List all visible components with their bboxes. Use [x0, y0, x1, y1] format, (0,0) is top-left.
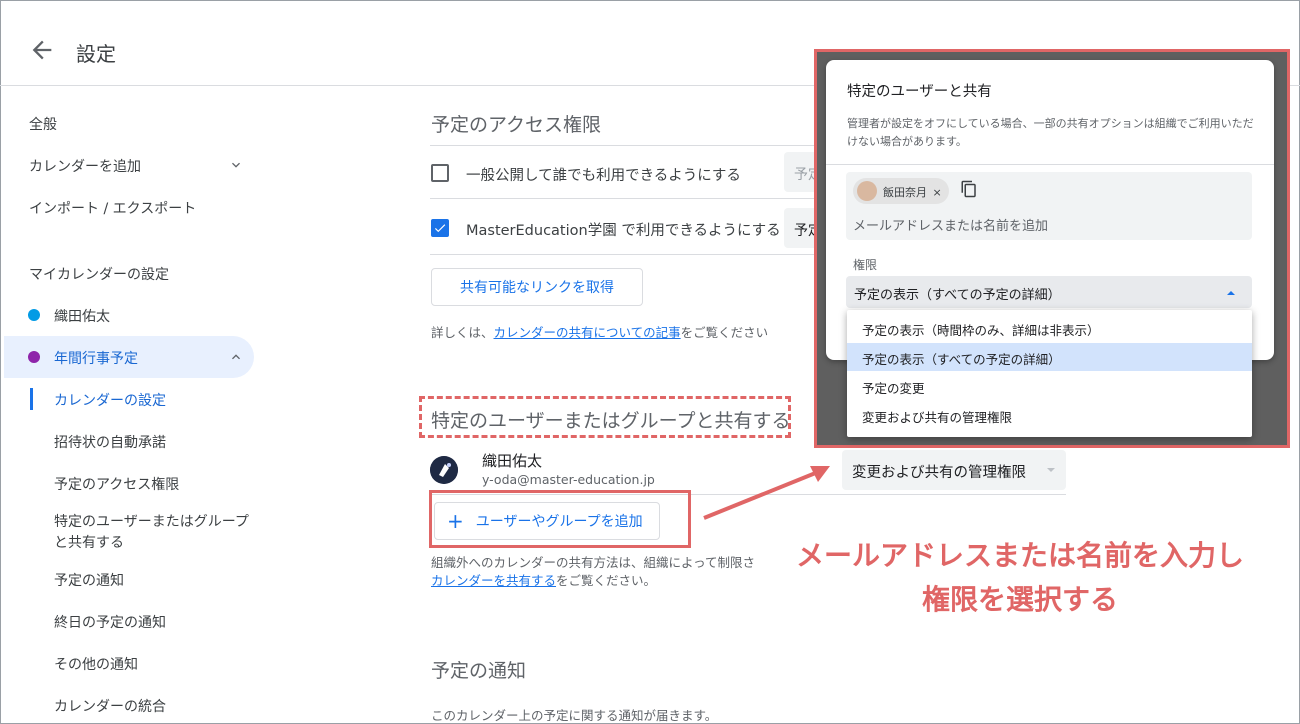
- sidebar-sub-access[interactable]: 予定のアクセス権限: [54, 474, 179, 494]
- notify-section-title: 予定の通知: [431, 660, 527, 682]
- notify-description: このカレンダー上の予定に関する通知が届きます。: [431, 708, 718, 723]
- sharing-article-link[interactable]: カレンダーの共有についての記事: [494, 325, 681, 340]
- permission-option-manage-sharing[interactable]: 変更および共有の管理権限: [847, 401, 1252, 429]
- recipient-input-placeholder[interactable]: メールアドレスまたは名前を追加: [853, 215, 1048, 234]
- org-checkbox-label: MasterEducation学園 で利用できるようにする: [466, 223, 781, 239]
- user-avatar: [430, 456, 458, 484]
- get-shareable-link-button[interactable]: 共有可能なリンクを取得: [431, 268, 643, 306]
- sidebar-item-add-calendar[interactable]: カレンダーを追加: [29, 156, 141, 176]
- permission-label: 権限: [853, 258, 878, 272]
- shared-user-email: y-oda@master-education.jp: [482, 472, 655, 487]
- annotation-arrow-icon: [703, 466, 830, 520]
- sidebar-sub-calendar-settings[interactable]: カレンダーの設定: [54, 390, 166, 410]
- page-title: 設定: [76, 42, 116, 66]
- chevron-up-icon[interactable]: [228, 349, 244, 365]
- back-arrow-icon[interactable]: [28, 36, 56, 64]
- public-checkbox[interactable]: [431, 164, 449, 182]
- active-indicator: [30, 388, 33, 410]
- dialog-divider: [826, 164, 1274, 165]
- sidebar-item-import-export[interactable]: インポート / エクスポート: [29, 198, 196, 218]
- share-title-annotation-box: [419, 396, 791, 438]
- permission-option-all-details[interactable]: 予定の表示（すべての予定の詳細）: [847, 343, 1252, 371]
- access-section-title: 予定のアクセス権限: [431, 114, 602, 136]
- sidebar-calendar-annual-events[interactable]: 年間行事予定: [54, 348, 138, 368]
- chip-close-icon[interactable]: ×: [933, 186, 942, 199]
- annotation-text-line2: 権限を選択する: [921, 583, 1118, 616]
- sidebar-item-general[interactable]: 全般: [29, 114, 57, 134]
- dialog-title: 特定のユーザーと共有: [847, 84, 992, 100]
- access-help-text: 詳しくは、カレンダーの共有についての記事をご覧ください: [431, 325, 769, 340]
- public-checkbox-label: 一般公開して誰でも利用できるようにする: [466, 168, 741, 184]
- dialog-description: 管理者が設定をオフにしている場合、一部の共有オプションは組織でご利用いただけない…: [847, 117, 1254, 148]
- shared-user-name: 織田佑太: [482, 452, 543, 470]
- checkmark-icon: [434, 224, 446, 233]
- calendar-color-dot: [28, 351, 40, 363]
- annotation-text-line1: メールアドレスまたは名前を入力し: [795, 539, 1244, 572]
- chip-avatar: [857, 181, 877, 201]
- calendar-color-dot: [28, 309, 40, 321]
- share-note-text: 組織外へのカレンダーの共有方法は、組織によって制限さ: [431, 555, 756, 570]
- share-calendar-link[interactable]: カレンダーを共有する: [431, 573, 556, 588]
- dropdown-arrow-icon: [1047, 468, 1055, 472]
- permission-option-free-busy[interactable]: 予定の表示（時間枠のみ、詳細は非表示）: [847, 314, 1252, 342]
- chevron-down-icon[interactable]: [228, 157, 244, 173]
- permission-select[interactable]: 予定の表示（すべての予定の詳細）: [846, 276, 1252, 308]
- org-checkbox[interactable]: [431, 219, 449, 237]
- permission-option-make-changes[interactable]: 予定の変更: [847, 372, 1252, 400]
- avatar-icon: [430, 456, 458, 484]
- add-button-annotation-box: [429, 490, 691, 548]
- copy-icon[interactable]: [960, 180, 978, 198]
- sidebar-sub-integrate[interactable]: カレンダーの統合: [54, 696, 166, 716]
- sidebar-sub-other-notifications[interactable]: その他の通知: [54, 654, 138, 674]
- sidebar-my-calendars-heading: マイカレンダーの設定: [29, 267, 169, 283]
- dropdown-up-arrow-icon: [1227, 291, 1235, 295]
- sidebar-sub-auto-accept[interactable]: 招待状の自動承諾: [54, 432, 166, 452]
- shared-user-permission-select[interactable]: 変更および共有の管理権限: [842, 450, 1066, 490]
- sidebar-sub-share-users[interactable]: 特定のユーザーまたはグループと共有する: [54, 512, 254, 554]
- share-note-text-2: カレンダーを共有するをご覧ください。: [431, 573, 657, 588]
- sidebar-calendar-oda[interactable]: 織田佑太: [54, 306, 110, 326]
- sidebar-sub-notifications[interactable]: 予定の通知: [54, 570, 124, 590]
- sidebar-sub-allday-notifications[interactable]: 終日の予定の通知: [54, 612, 166, 632]
